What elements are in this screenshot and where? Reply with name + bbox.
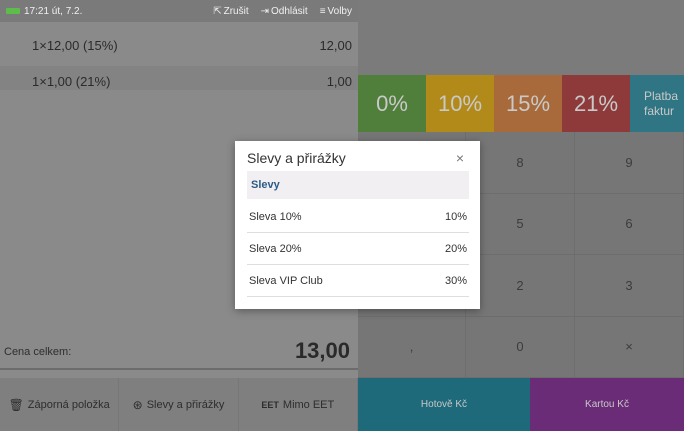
logout-button[interactable]: ⇥ Odhlásit	[261, 6, 308, 17]
receipt-item-amount: 12,00	[319, 37, 352, 53]
key-0[interactable]: 0	[466, 316, 575, 378]
receipt-item-label: 1×12,00 (15%)	[32, 37, 118, 53]
display-area	[358, 0, 684, 75]
section-header: Slevy	[247, 171, 469, 199]
cancel-label: Zrušit	[223, 5, 249, 17]
cancel-icon: ⇱	[213, 5, 222, 17]
negative-item-button[interactable]: 🗑 Záporná položka	[0, 378, 120, 431]
logout-label: Odhlásit	[271, 5, 308, 17]
receipt-item-label: 1×1,00 (21%)	[32, 73, 111, 89]
key-comma[interactable]: ,	[358, 316, 466, 378]
no-eet-label: Mimo EET	[282, 398, 335, 411]
key-9[interactable]: 9	[575, 132, 684, 194]
key-6[interactable]: 6	[575, 193, 684, 255]
key-multiply[interactable]: ×	[575, 316, 684, 378]
receipt-actions: 🗑 Záporná položka ⊛ Slevy a přirážky EET…	[0, 378, 358, 431]
close-icon[interactable]: ×	[456, 150, 464, 166]
receipt-item[interactable]: 1×1,00 (21%) 1,00	[26, 70, 358, 92]
discount-value: 10%	[444, 210, 467, 223]
invoice-payment-label-1: Platba	[644, 88, 679, 103]
discount-label: Sleva 10%	[249, 210, 302, 223]
key-5[interactable]: 5	[466, 193, 575, 255]
discounts-dialog: Slevy a přirážky × Slevy Sleva 10% 10% S…	[235, 141, 480, 309]
negative-item-label: Záporná položka	[27, 398, 110, 411]
no-eet-button[interactable]: EET Mimo EET	[239, 378, 358, 431]
discount-row[interactable]: Sleva 10% 10%	[247, 201, 469, 233]
discount-row[interactable]: Sleva 20% 20%	[247, 233, 469, 265]
discount-row[interactable]: Sleva VIP Club 30%	[247, 265, 469, 297]
cash-payment-button[interactable]: Hotově Kč	[358, 378, 530, 431]
vat-buttons: 0% 10% 15% 21% Platba faktur	[358, 75, 684, 132]
vat-15-button[interactable]: 15%	[494, 75, 562, 132]
invoice-payment-label-2: faktur	[644, 103, 675, 118]
battery-icon	[6, 8, 20, 14]
receipt-item-amount: 1,00	[326, 73, 352, 89]
vat-10-button[interactable]: 10%	[426, 75, 494, 132]
key-8[interactable]: 8	[466, 132, 575, 194]
discount-value: 30%	[444, 274, 467, 287]
key-3[interactable]: 3	[575, 255, 684, 317]
discounts-button[interactable]: ⊛ Slevy a přirážky	[119, 378, 239, 431]
total-value: 13,00	[294, 338, 350, 363]
menu-icon: ≡	[319, 5, 326, 17]
discount-label: Sleva 20%	[249, 242, 302, 255]
cancel-button[interactable]: ⇱ Zrušit	[213, 6, 248, 17]
receipt-item[interactable]: 1×12,00 (15%) 12,00	[26, 34, 358, 56]
divider	[0, 368, 358, 370]
options-button[interactable]: ≡ Volby	[320, 6, 352, 17]
discounts-label: Slevy a přirážky	[146, 398, 225, 411]
discount-label: Sleva VIP Club	[249, 274, 323, 287]
eet-icon: EET	[261, 399, 279, 410]
discount-value: 20%	[444, 242, 467, 255]
key-2[interactable]: 2	[466, 255, 575, 317]
card-payment-button[interactable]: Kartou Kč	[530, 378, 684, 431]
payment-buttons: Hotově Kč Kartou Kč	[358, 378, 684, 431]
options-label: Volby	[327, 5, 352, 17]
dialog-title: Slevy a přirážky	[247, 150, 346, 166]
total-label: Cena celkem:	[4, 346, 72, 358]
status-time: 17:21 út, 7.2.	[24, 5, 83, 17]
percent-icon: ⊛	[132, 397, 143, 412]
vat-21-button[interactable]: 21%	[562, 75, 630, 132]
status-bar: 17:21 út, 7.2. ⇱ Zrušit ⇥ Odhlásit ≡ Vol…	[0, 0, 358, 22]
logout-icon: ⇥	[260, 5, 269, 17]
vat-0-button[interactable]: 0%	[358, 75, 426, 132]
invoice-payment-button[interactable]: Platba faktur	[630, 75, 684, 132]
trash-icon: 🗑	[8, 397, 24, 412]
